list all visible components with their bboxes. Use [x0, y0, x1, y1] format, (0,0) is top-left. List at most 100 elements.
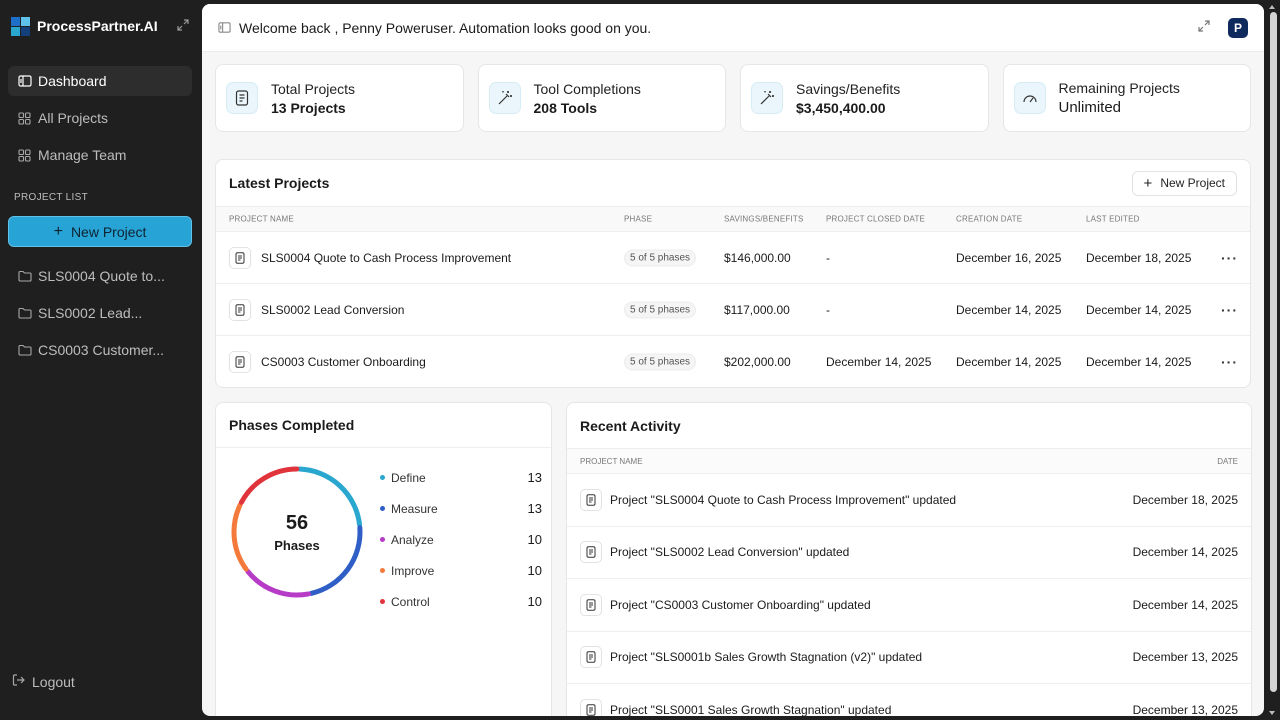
last-edited-date: December 14, 2025 [1086, 302, 1192, 317]
creation-date: December 14, 2025 [956, 302, 1062, 317]
column-header[interactable]: PROJECT CLOSED DATE [826, 215, 925, 224]
project-name[interactable]: SLS0004 Quote to Cash Process Improvemen… [261, 251, 511, 265]
project-name[interactable]: CS0003 Customer Onboarding [261, 355, 426, 369]
sidebar-item-label: Dashboard [38, 73, 107, 89]
more-options-icon[interactable]: ··· [1221, 250, 1238, 266]
activity-row[interactable]: Project "SLS0004 Quote to Cash Process I… [567, 474, 1251, 527]
table-header: PROJECT NAME PHASE SAVINGS/BENEFITS PROJ… [216, 206, 1250, 232]
table-row[interactable]: SLS0002 Lead Conversion 5 of 5 phases $1… [216, 284, 1250, 336]
stat-card-tool-completions: Tool Completions 208 Tools [477, 64, 726, 132]
activity-row[interactable]: Project "SLS0002 Lead Conversion" update… [567, 527, 1251, 579]
welcome-message: Welcome back , Penny Poweruser. Automati… [239, 19, 652, 36]
phases-legend: Define 13 Measure 13 Analyze 10 Improve 10 C… [380, 462, 542, 617]
stat-value: $3,450,400.00 [796, 99, 886, 116]
logout-label: Logout [32, 673, 75, 690]
sidebar-project-item[interactable]: SLS0004 Quote to... [8, 261, 192, 291]
new-project-button[interactable]: + New Project [8, 216, 192, 247]
table-row[interactable]: CS0003 Customer Onboarding 5 of 5 phases… [216, 336, 1250, 387]
activity-text: Project "SLS0004 Quote to Cash Process I… [610, 492, 957, 507]
document-icon [229, 351, 251, 373]
phase-badge: 5 of 5 phases [624, 301, 697, 318]
sidebar-item-all-projects[interactable]: All Projects [8, 103, 192, 133]
document-icon [580, 593, 602, 616]
toggle-sidebar-icon[interactable] [218, 21, 231, 34]
last-edited-date: December 14, 2025 [1086, 355, 1192, 369]
sidebar-project-item[interactable]: SLS0002 Lead... [8, 298, 192, 328]
legend-dot [380, 506, 385, 511]
savings-value: $117,000.00 [724, 302, 790, 317]
avatar[interactable]: P [1228, 17, 1248, 38]
main-content: Welcome back , Penny Poweruser. Automati… [202, 4, 1264, 716]
legend-label: Define [391, 470, 426, 485]
legend-dot [380, 475, 385, 480]
sidebar-project-item[interactable]: CS0003 Customer... [8, 335, 192, 365]
activity-row[interactable]: Project "SLS0001 Sales Growth Stagnation… [567, 684, 1251, 716]
creation-date: December 14, 2025 [956, 355, 1062, 369]
activity-text: Project "SLS0001b Sales Growth Stagnatio… [610, 650, 923, 665]
brand-name: ProcessPartner.AI [37, 18, 158, 34]
activity-row[interactable]: Project "CS0003 Customer Onboarding" upd… [567, 579, 1251, 632]
project-list: SLS0004 Quote to... SLS0002 Lead... CS00… [0, 247, 200, 365]
column-header: PROJECT NAME [580, 456, 643, 466]
legend-dot [380, 568, 385, 573]
stat-card-remaining-projects: Remaining Projects Unlimited [1002, 64, 1251, 132]
legend-item-analyze: Analyze 10 [380, 524, 542, 555]
project-name[interactable]: SLS0002 Lead Conversion [261, 303, 404, 317]
legend-label: Control [391, 594, 430, 609]
column-header[interactable]: PHASE [624, 215, 652, 224]
brand[interactable]: ProcessPartner.AI [0, 0, 200, 52]
more-options-icon[interactable]: ··· [1221, 354, 1238, 370]
scroll-up-icon[interactable] [1269, 5, 1275, 9]
sidebar-item-manage-team[interactable]: Manage Team [8, 140, 192, 170]
activity-text: Project "CS0003 Customer Onboarding" upd… [610, 597, 871, 612]
magic-wand-icon [488, 82, 521, 114]
stat-label: Savings/Benefits [796, 80, 901, 97]
legend-value: 13 [527, 470, 542, 485]
savings-value: $146,000.00 [724, 250, 791, 265]
closed-date: December 14, 2025 [826, 355, 932, 369]
last-edited-date: December 18, 2025 [1086, 250, 1192, 265]
column-header[interactable]: PROJECT NAME [229, 215, 294, 224]
fullscreen-icon[interactable] [1198, 19, 1210, 37]
sidebar-project-label: SLS0002 Lead... [38, 305, 143, 321]
legend-value: 10 [527, 563, 542, 578]
latest-projects-title: Latest Projects [229, 175, 330, 191]
project-list-title: PROJECT LIST [14, 192, 88, 203]
phase-badge: 5 of 5 phases [624, 249, 697, 266]
activity-date: December 14, 2025 [1132, 545, 1238, 560]
latest-projects-panel: Latest Projects + New Project PROJECT NA… [215, 159, 1251, 388]
folder-icon [18, 344, 32, 356]
legend-item-define: Define 13 [380, 462, 542, 493]
legend-dot [380, 599, 385, 604]
legend-dot [380, 537, 385, 542]
sidebar: ProcessPartner.AI Dashboard All Projects… [0, 0, 200, 720]
sidebar-item-label: Manage Team [38, 147, 127, 163]
more-options-icon[interactable]: ··· [1221, 302, 1238, 318]
sidebar-nav: Dashboard All Projects Manage Team [0, 52, 200, 170]
stat-card-total-projects: Total Projects 13 Projects [215, 64, 464, 132]
activity-row[interactable]: Project "SLS0001b Sales Growth Stagnatio… [567, 632, 1251, 684]
logout-button[interactable]: Logout [12, 673, 75, 690]
scroll-down-icon[interactable] [1269, 711, 1275, 715]
scrollbar-thumb[interactable] [1270, 12, 1277, 692]
activity-date: December 13, 2025 [1132, 650, 1238, 665]
stat-label: Total Projects [271, 80, 356, 97]
column-header[interactable]: CREATION DATE [956, 215, 1022, 224]
logout-icon [12, 673, 26, 690]
magic-wand-icon [751, 82, 783, 114]
stat-card-savings: Savings/Benefits $3,450,400.00 [740, 64, 989, 132]
legend-item-control: Control 10 [380, 586, 542, 617]
column-header[interactable]: LAST EDITED [1086, 215, 1140, 224]
table-row[interactable]: SLS0004 Quote to Cash Process Improvemen… [216, 232, 1250, 284]
column-header[interactable]: SAVINGS/BENEFITS [724, 215, 804, 224]
stat-label: Tool Completions [533, 80, 641, 97]
collapse-sidebar-icon[interactable] [177, 18, 189, 34]
sidebar-item-dashboard[interactable]: Dashboard [8, 66, 192, 96]
closed-date: - [826, 302, 830, 317]
document-icon [580, 541, 602, 564]
folder-icon [18, 307, 32, 319]
top-bar: Welcome back , Penny Poweruser. Automati… [202, 4, 1264, 52]
grid-icon [18, 111, 32, 125]
legend-label: Improve [391, 563, 435, 578]
new-project-button[interactable]: + New Project [1131, 170, 1237, 196]
